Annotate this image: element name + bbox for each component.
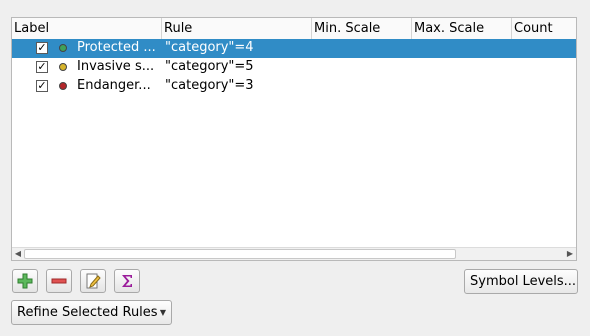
minus-icon bbox=[51, 278, 67, 284]
column-header-rule[interactable]: Rule bbox=[162, 18, 312, 39]
scroll-right-arrow-icon[interactable]: ▶ bbox=[564, 248, 576, 260]
symbol-swatch bbox=[59, 63, 67, 71]
column-header-max-scale[interactable]: Max. Scale bbox=[412, 18, 512, 39]
dropdown-arrow-icon: ▼ bbox=[159, 308, 166, 317]
count-features-button[interactable] bbox=[114, 269, 140, 293]
rule-row[interactable]: ✓ Endanger... "category"=3 bbox=[12, 77, 576, 96]
rule-label: Protected ... bbox=[77, 40, 156, 55]
column-header-label[interactable]: Label bbox=[12, 18, 162, 39]
rules-tree[interactable]: Label Rule Min. Scale Max. Scale Count ✓… bbox=[11, 17, 577, 261]
rule-label: Endanger... bbox=[77, 78, 151, 93]
column-header-count[interactable]: Count bbox=[512, 18, 576, 39]
rule-label: Invasive s... bbox=[77, 59, 155, 74]
symbol-swatch bbox=[59, 44, 67, 52]
add-rule-button[interactable] bbox=[12, 269, 38, 293]
sigma-icon bbox=[122, 275, 132, 287]
refine-selected-rules-dropdown[interactable]: Refine Selected Rules ▼ bbox=[11, 300, 172, 325]
rule-checkbox[interactable]: ✓ bbox=[36, 80, 48, 92]
rule-expression: "category"=4 bbox=[165, 40, 254, 55]
scrollbar-thumb[interactable] bbox=[24, 249, 456, 259]
rule-expression: "category"=3 bbox=[165, 78, 254, 93]
rule-expression: "category"=5 bbox=[165, 59, 254, 74]
symbol-levels-button[interactable]: Symbol Levels... bbox=[464, 269, 578, 294]
symbol-swatch bbox=[59, 82, 67, 90]
plus-icon bbox=[17, 273, 33, 289]
rule-checkbox[interactable]: ✓ bbox=[36, 61, 48, 73]
tree-header: Label Rule Min. Scale Max. Scale Count bbox=[12, 18, 576, 40]
rule-row[interactable]: ✓ Invasive s... "category"=5 bbox=[12, 58, 576, 77]
refine-selected-rules-label: Refine Selected Rules bbox=[17, 305, 158, 320]
edit-rule-button[interactable] bbox=[80, 269, 106, 293]
horizontal-scrollbar[interactable]: ◀ ▶ bbox=[12, 247, 576, 260]
rule-row[interactable]: ✓ Protected ... "category"=4 bbox=[12, 39, 576, 58]
remove-rule-button[interactable] bbox=[46, 269, 72, 293]
scroll-left-arrow-icon[interactable]: ◀ bbox=[12, 248, 24, 260]
column-header-min-scale[interactable]: Min. Scale bbox=[312, 18, 412, 39]
rule-checkbox[interactable]: ✓ bbox=[36, 42, 48, 54]
pencil-icon bbox=[86, 273, 101, 289]
